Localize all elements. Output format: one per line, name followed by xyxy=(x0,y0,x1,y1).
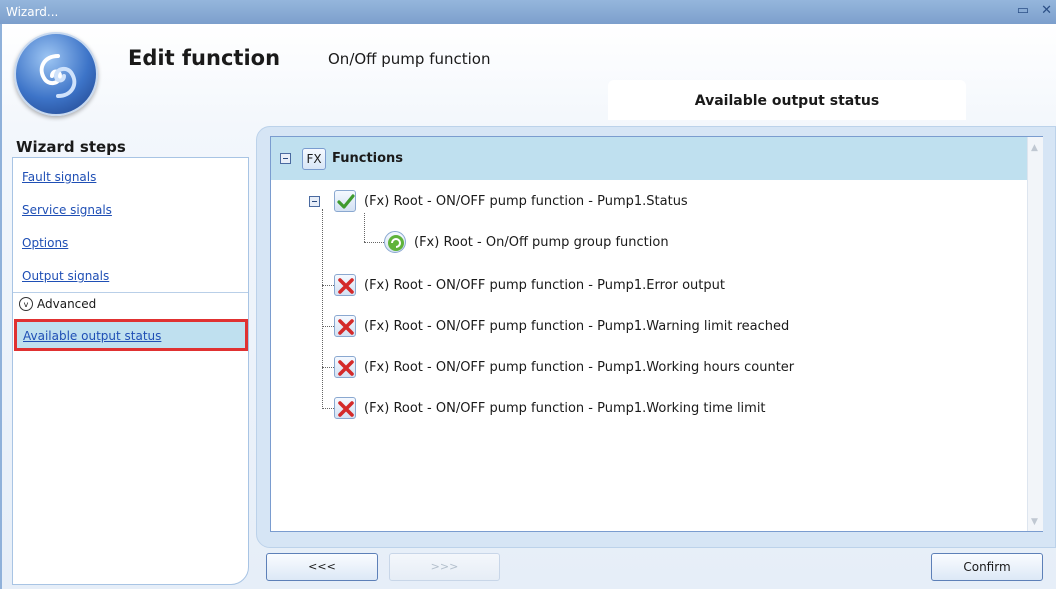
output-status-tree[interactable]: FX Functions (Fx) Root - ON/OFF pump fun… xyxy=(270,136,1043,532)
tree-connector xyxy=(322,408,334,409)
scroll-down-icon[interactable]: ▼ xyxy=(1031,517,1038,527)
tree-item-label: (Fx) Root - On/Off pump group function xyxy=(414,235,669,250)
step-output-signals[interactable]: Output signals xyxy=(22,269,109,283)
window-controls[interactable]: ▭ ✕ xyxy=(1017,3,1056,18)
tree-connector xyxy=(364,213,365,242)
wizard-steps-panel: Fault signals Service signals Options Ou… xyxy=(12,157,249,585)
step-available-output-status[interactable]: Available output status xyxy=(14,319,248,351)
tree-item-label: (Fx) Root - ON/OFF pump function - Pump1… xyxy=(364,401,766,416)
check-icon xyxy=(334,190,356,212)
step-service-signals[interactable]: Service signals xyxy=(22,203,112,217)
active-step-label: Available output status xyxy=(23,329,162,343)
tree-connector xyxy=(322,326,334,327)
window-title: Wizard... xyxy=(6,5,59,19)
cross-icon xyxy=(334,274,356,296)
cross-icon xyxy=(334,397,356,419)
fx-icon: FX xyxy=(302,148,326,170)
title-bar: Wizard... ▭ ✕ xyxy=(0,0,1056,24)
confirm-button[interactable]: Confirm xyxy=(931,553,1043,581)
tree-item-label: (Fx) Root - ON/OFF pump function - Pump1… xyxy=(364,360,795,375)
collapse-icon[interactable] xyxy=(280,153,291,164)
app-logo xyxy=(14,32,98,116)
page-title: Edit function xyxy=(128,46,281,70)
scroll-up-icon[interactable]: ▲ xyxy=(1031,143,1038,153)
cross-icon xyxy=(334,356,356,378)
tree-item-label: (Fx) Root - ON/OFF pump function - Pump1… xyxy=(364,278,725,293)
function-name: On/Off pump function xyxy=(328,50,491,68)
tree-connector xyxy=(322,367,334,368)
tree-root-label: Functions xyxy=(332,151,404,166)
tree-root-row[interactable]: FX Functions xyxy=(271,137,1027,180)
advanced-label: Advanced xyxy=(37,297,97,311)
vertical-scrollbar[interactable]: ▲ ▼ xyxy=(1027,137,1043,531)
pump-group-icon xyxy=(384,231,406,253)
tree-connector xyxy=(322,209,323,409)
next-button[interactable]: >>> xyxy=(389,553,500,581)
collapse-icon[interactable] xyxy=(309,196,320,207)
tree-connector xyxy=(364,242,384,243)
swirl-icon xyxy=(39,54,77,98)
cross-icon xyxy=(334,315,356,337)
wizard-steps-title: Wizard steps xyxy=(16,138,126,156)
step-options[interactable]: Options xyxy=(22,236,68,250)
step-fault-signals[interactable]: Fault signals xyxy=(22,170,96,184)
section-title: Available output status xyxy=(608,80,966,120)
tree-item-label: (Fx) Root - ON/OFF pump function - Pump1… xyxy=(364,319,790,334)
back-button[interactable]: <<< xyxy=(266,553,378,581)
tree-connector xyxy=(322,285,334,286)
tree-item-label: (Fx) Root - ON/OFF pump function - Pump1… xyxy=(364,194,688,209)
chevron-down-icon: v xyxy=(19,297,33,311)
advanced-toggle[interactable]: v Advanced xyxy=(13,292,248,316)
